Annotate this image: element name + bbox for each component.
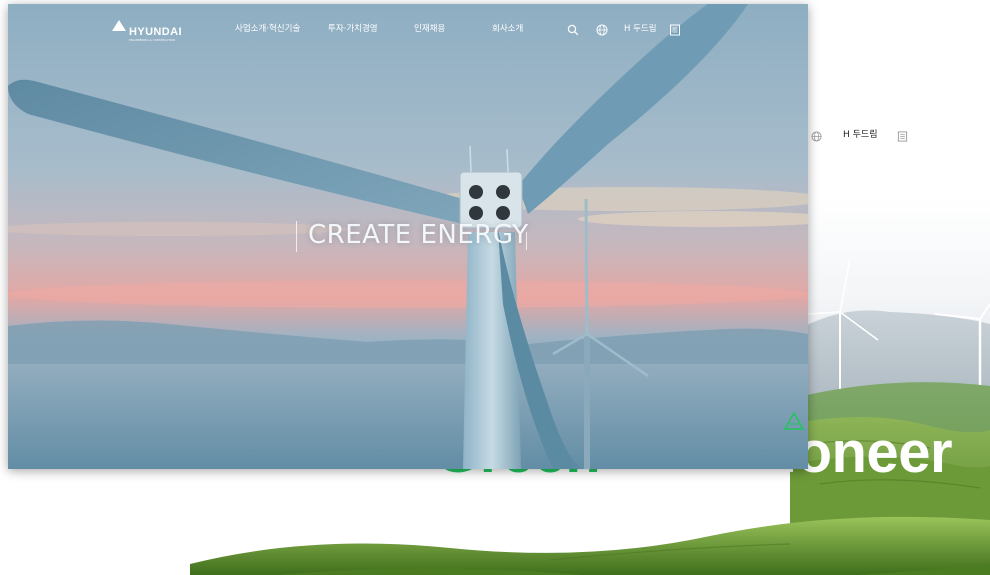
sitemap-icon[interactable] [897, 127, 908, 142]
hero-title: CREATE ENERGY [308, 220, 529, 250]
lang-link[interactable]: H 두드림 [843, 127, 877, 140]
title-bracket-right [526, 232, 527, 250]
lang-link[interactable]: H 두드림 [624, 22, 657, 34]
globe-icon[interactable] [811, 127, 822, 142]
nav-investment[interactable]: 투자·가치경영 [328, 22, 378, 34]
site-header: HYUNDAI ENGINEERING & CONSTRUCTION 사업소개·… [8, 4, 808, 50]
sitemap-icon[interactable] [669, 21, 681, 36]
globe-icon[interactable] [596, 21, 608, 36]
nav-careers[interactable]: 인재채용 [414, 22, 445, 34]
nav-company[interactable]: 회사소개 [492, 22, 523, 34]
search-icon[interactable] [567, 21, 579, 36]
title-bracket-left [296, 221, 297, 252]
nav-business[interactable]: 사업소개·혁신기술 [235, 22, 300, 34]
logo-subtitle: ENGINEERING & CONSTRUCTION [129, 39, 176, 42]
hero-slide: HYUNDAI ENGINEERING & CONSTRUCTION 사업소개·… [8, 4, 808, 469]
triangle-logo-icon[interactable] [783, 411, 805, 430]
main-nav: 사업소개·혁신기술 투자·가치경영 인재채용 회사소개 [8, 22, 808, 36]
